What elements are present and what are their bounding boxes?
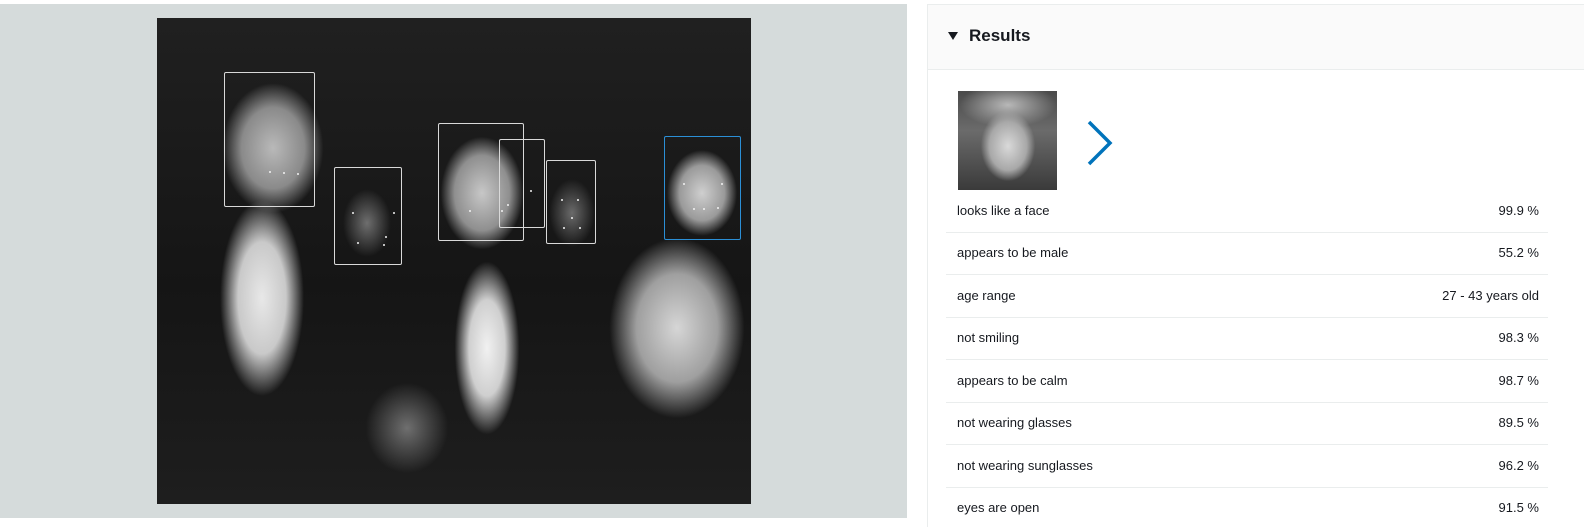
chevron-right-icon[interactable] [1084, 118, 1118, 168]
result-row: appears to be male 55.2 % [946, 232, 1548, 275]
result-row: eyes are open 91.5 % [946, 487, 1548, 523]
result-value: 55.2 % [1498, 245, 1539, 260]
caret-down-icon[interactable] [946, 29, 960, 43]
result-value: 96.2 % [1498, 458, 1539, 473]
result-label: not smiling [957, 330, 1020, 345]
result-row: not wearing glasses 89.5 % [946, 402, 1548, 445]
face-box[interactable] [334, 167, 402, 265]
results-header[interactable]: Results [928, 5, 1584, 70]
result-row: not wearing sunglasses 96.2 % [946, 445, 1548, 488]
result-label: appears to be male [957, 245, 1069, 260]
result-label: not wearing sunglasses [957, 458, 1093, 473]
result-row: looks like a face 99.9 % [946, 190, 1548, 233]
face-box[interactable] [224, 72, 315, 207]
face-thumbnail[interactable] [958, 91, 1057, 190]
result-value: 98.3 % [1498, 330, 1539, 345]
result-label: not wearing glasses [957, 415, 1072, 430]
result-value: 27 - 43 years old [1442, 288, 1539, 303]
result-value: 89.5 % [1498, 415, 1539, 430]
result-label: appears to be calm [957, 373, 1068, 388]
pane-divider [0, 518, 907, 526]
result-value: 98.7 % [1498, 373, 1539, 388]
result-label: looks like a face [957, 203, 1050, 218]
image-preview-pane [0, 4, 907, 518]
result-label: age range [957, 288, 1016, 303]
result-row: appears to be calm 98.7 % [946, 360, 1548, 403]
result-row: not smiling 98.3 % [946, 317, 1548, 360]
result-row: age range 27 - 43 years old [946, 275, 1548, 318]
face-box[interactable] [546, 160, 596, 244]
face-box[interactable] [499, 139, 545, 228]
result-label: eyes are open [957, 500, 1040, 515]
selected-face-box[interactable] [664, 136, 741, 240]
analyzed-photo [157, 18, 751, 504]
results-title: Results [969, 26, 1031, 45]
result-value: 99.9 % [1498, 203, 1539, 218]
result-value: 91.5 % [1498, 500, 1539, 515]
